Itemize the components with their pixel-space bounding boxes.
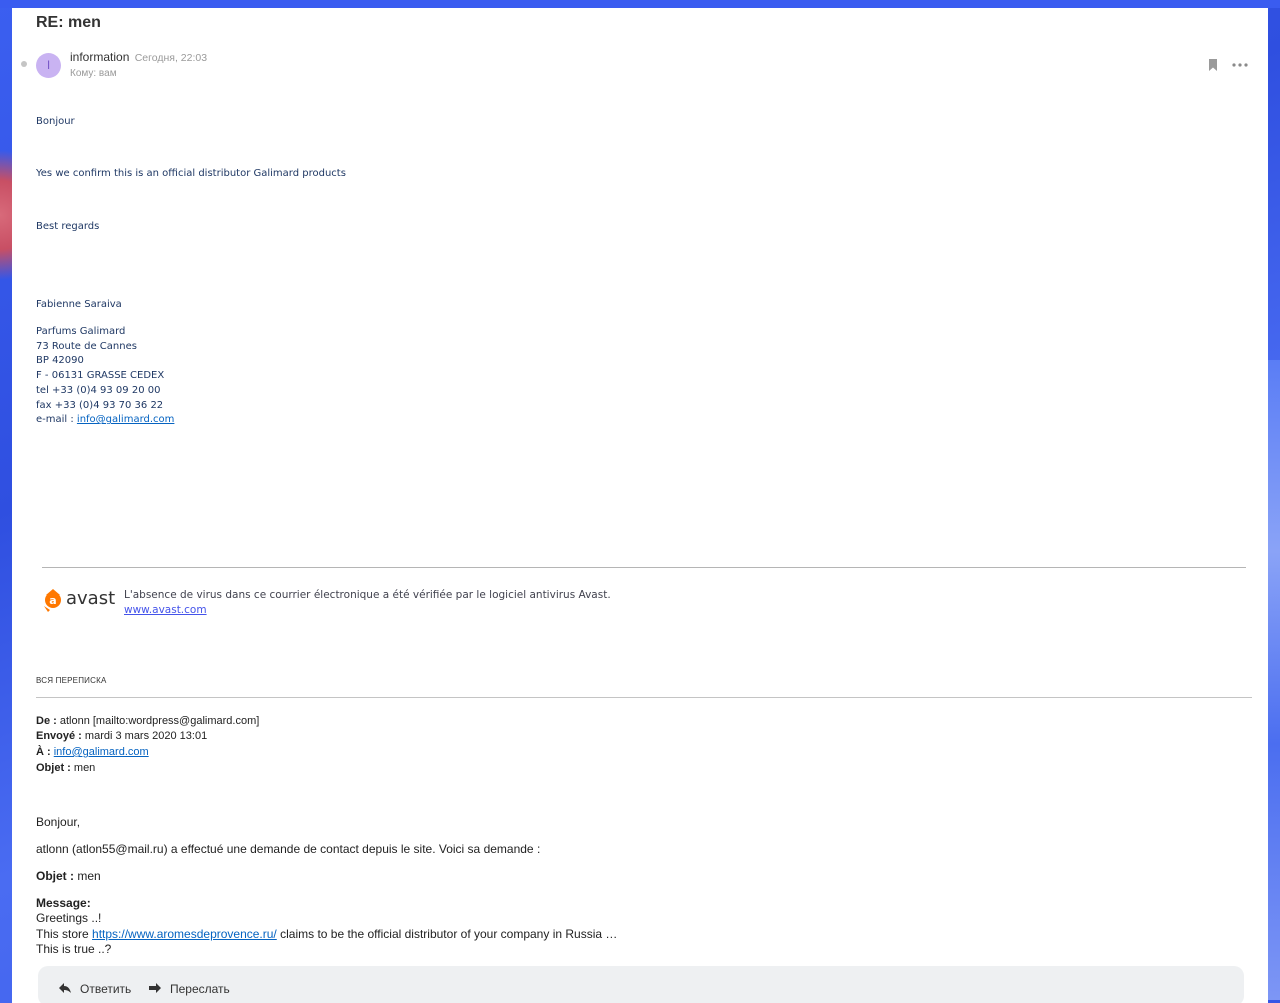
- quoted-message-label: Message:: [36, 896, 91, 910]
- thread-divider: [36, 697, 1252, 698]
- body-closing: Best regards: [36, 221, 100, 232]
- quoted-subject-label: Objet :: [36, 762, 71, 774]
- forward-label: Переслать: [170, 982, 230, 996]
- quoted-message-line2: This store https://www.aromesdeprovence.…: [36, 927, 617, 941]
- signature-email-link[interactable]: info@galimard.com: [77, 414, 174, 425]
- quoted-subject: Objet : men: [36, 762, 95, 774]
- forward-button[interactable]: Переслать: [148, 980, 248, 1000]
- quoted-store-link[interactable]: https://www.aromesdeprovence.ru/: [92, 927, 277, 941]
- quoted-line2-prefix: This store: [36, 927, 93, 941]
- avast-logo-text: avast: [66, 588, 116, 609]
- signature-block: Parfums Galimard 73 Route de Cannes BP 4…: [36, 325, 174, 428]
- avast-divider: [42, 567, 1246, 568]
- avast-link[interactable]: www.avast.com: [124, 604, 207, 616]
- quoted-message-line1: Greetings ..!: [36, 911, 102, 925]
- quoted-sent: Envoyé : mardi 3 mars 2020 13:01: [36, 730, 207, 742]
- sender-name[interactable]: information: [70, 50, 129, 64]
- sender-avatar[interactable]: I: [36, 53, 61, 78]
- signature-fax: fax +33 (0)4 93 70 36 22: [36, 399, 164, 411]
- signature-email-row: e-mail : info@galimard.com: [36, 413, 174, 428]
- body-greeting: Bonjour: [36, 116, 75, 127]
- quoted-sent-value: mardi 3 mars 2020 13:01: [81, 730, 208, 742]
- quoted-greeting: Bonjour,: [36, 815, 81, 829]
- signature-city: F - 06131 GRASSE CEDEX: [36, 370, 165, 382]
- quoted-from-value: atlonn [mailto:wordpress@galimard.com]: [56, 715, 260, 727]
- reply-label: Ответить: [80, 982, 132, 996]
- quoted-objet-value: men: [74, 869, 101, 883]
- unread-dot[interactable]: [21, 61, 27, 67]
- forward-icon: [149, 983, 161, 993]
- recipient-line[interactable]: Кому: вам: [70, 68, 117, 79]
- email-view-panel: RE: men I information Сегодня, 22:03 Ком…: [12, 8, 1268, 1003]
- signature-street: 73 Route de Cannes: [36, 340, 137, 352]
- reply-icon: [59, 983, 71, 993]
- background-decoration-right: [1266, 360, 1280, 1000]
- quoted-from: De : atlonn [mailto:wordpress@galimard.c…: [36, 715, 259, 727]
- signature-email-label: e-mail :: [36, 414, 77, 426]
- quoted-line2-suffix: claims to be the official distributor of…: [276, 927, 618, 941]
- window-top-bar: [0, 0, 1280, 8]
- quoted-to-label: À :: [36, 746, 51, 758]
- signature-tel: tel +33 (0)4 93 09 20 00: [36, 384, 161, 396]
- body-confirmation: Yes we confirm this is an official distr…: [36, 168, 346, 179]
- quoted-subject-value: men: [70, 762, 96, 774]
- quoted-objet: Objet : men: [36, 869, 101, 883]
- signature-company: Parfums Galimard: [36, 326, 126, 337]
- avast-notice: L'absence de virus dans ce courrier élec…: [124, 589, 611, 601]
- thread-label[interactable]: ВСЯ ПЕРЕПИСКА: [36, 676, 106, 685]
- sender-line: information Сегодня, 22:03: [70, 50, 207, 64]
- sent-time: Сегодня, 22:03: [134, 52, 208, 64]
- quoted-to-link[interactable]: info@galimard.com: [54, 746, 149, 758]
- more-options-icon[interactable]: [1230, 60, 1250, 70]
- svg-text:a: a: [49, 594, 56, 607]
- reply-button[interactable]: Ответить: [58, 980, 148, 1000]
- quoted-from-label: De :: [36, 715, 57, 727]
- quoted-message-label-text: Message:: [36, 896, 91, 910]
- quoted-message-line3: This is true ..?: [36, 942, 112, 956]
- signature-name: Fabienne Saraiva: [36, 299, 122, 310]
- quoted-objet-label: Objet :: [36, 869, 74, 883]
- quoted-intro: atlonn (atlon55@mail.ru) a effectué une …: [36, 842, 541, 856]
- quoted-sent-label: Envoyé :: [36, 730, 82, 742]
- signature-po-box: BP 42090: [36, 355, 84, 367]
- email-subject: RE: men: [36, 14, 101, 31]
- quoted-to: À : info@galimard.com: [36, 746, 149, 758]
- bookmark-icon[interactable]: [1206, 57, 1220, 73]
